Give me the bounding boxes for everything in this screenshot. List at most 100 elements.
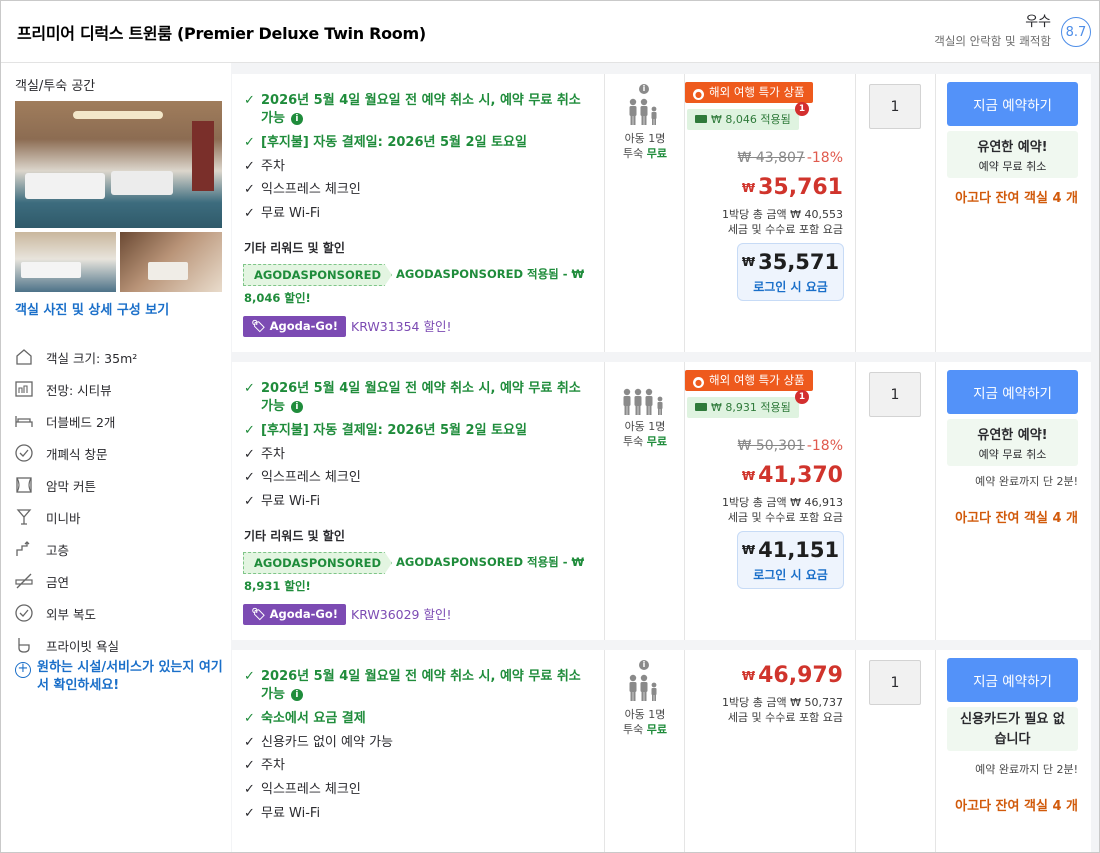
login-price-box[interactable]: ₩41,151 로그인 시 요금	[737, 531, 844, 589]
applied-count-badge: 1	[795, 390, 809, 404]
stay-free-text: 투숙 무료	[623, 147, 667, 160]
room-header: 프리미어 디럭스 트윈룸 (Premier Deluxe Twin Room) …	[1, 1, 1099, 63]
booking-time-note: 예약 완료까지 단 2분!	[975, 763, 1078, 776]
check-icon: ✓	[244, 782, 255, 797]
sponsored-discount-text: 8,046 할인!	[244, 291, 311, 305]
check-icon: ✓	[244, 711, 255, 726]
money-icon	[695, 403, 707, 411]
info-icon[interactable]: i	[290, 113, 303, 125]
room-thumbnail-bedroom[interactable]	[15, 232, 116, 292]
agoda-go-badge: 🏷 Agoda-Go!	[243, 604, 346, 625]
room-quantity-select[interactable]: 1	[869, 84, 921, 129]
rate-offer-2: ✓ 2026년 5월 4일 월요일 전 예약 취소 시, 예약 무료 취소 가능 i…	[232, 362, 1091, 640]
private-bathroom-icon	[13, 635, 35, 655]
booking-time-note: 예약 완료까지 단 2분!	[975, 475, 1078, 488]
benefit-express-checkin: ✓ 익스프레스 체크인	[244, 782, 361, 797]
blackout-curtain-icon	[13, 475, 35, 495]
tag-icon: 🏷	[251, 319, 266, 333]
occupancy-column: i 아동 1명 투숙 무료	[605, 74, 685, 352]
offer-benefits: ✓ 2026년 5월 4일 월요일 전 예약 취소 시, 예약 무료 취소 가능 i…	[232, 362, 605, 640]
room-size-icon	[13, 347, 35, 367]
child-count: 아동 1명	[624, 420, 666, 433]
guests-icon	[605, 98, 685, 126]
benefit-no-credit-card: ✓ 신용카드 없이 예약 가능	[244, 735, 393, 750]
review-score-badge[interactable]: 8.7	[1061, 17, 1091, 47]
sponsored-applied-text: AGODASPONSORED 적용됨 - ₩	[396, 267, 585, 281]
info-icon[interactable]: i	[639, 660, 649, 670]
more-facilities-link[interactable]: + 원하는 시설/서비스가 있는지 여기서 확인하세요!	[15, 659, 225, 695]
tag-icon: 🏷	[251, 607, 266, 621]
facility-item: 외부 복도	[13, 597, 223, 629]
review-score-category: 객실의 안락함 및 쾌적함	[934, 34, 1051, 48]
final-price: ₩35,761	[741, 175, 843, 200]
check-icon: ✓	[244, 135, 255, 150]
booking-column: 지금 예약하기 신용카드가 필요 없습니다 예약 완료까지 단 2분! 아고다 …	[936, 650, 1091, 852]
hallway-check-icon	[13, 603, 35, 623]
rate-offer-3: ✓ 2026년 5월 4일 월요일 전 예약 취소 시, 예약 무료 취소 가능 i…	[232, 650, 1091, 852]
facility-item: 더블베드 2개	[13, 405, 223, 437]
check-icon: ✓	[244, 159, 255, 174]
no-smoking-icon	[13, 571, 35, 591]
sponsored-discount-text: 8,931 할인!	[244, 579, 311, 593]
plus-circle-icon: +	[15, 662, 31, 678]
price-column: ₩46,979 1박당 총 금액 ₩ 50,737 세금 및 수수료 포함 요금	[685, 650, 856, 852]
check-icon: ✓	[244, 447, 255, 462]
rooms-left-notice: 아고다 잔여 객실 4 개	[955, 191, 1078, 206]
facility-label: 금연	[46, 574, 70, 590]
agoda-go-discount: KRW31354 할인!	[351, 319, 452, 334]
facility-label: 외부 복도	[46, 606, 96, 622]
facility-label: 개폐식 창문	[46, 446, 108, 462]
final-price: ₩41,370	[741, 463, 843, 488]
room-quantity-select[interactable]: 1	[869, 372, 921, 417]
book-now-button[interactable]: 지금 예약하기	[947, 82, 1078, 126]
facility-label: 객실 크기: 35m²	[46, 350, 138, 366]
facility-item: 금연	[13, 565, 223, 597]
benefit-free-wifi: ✓ 무료 Wi-Fi	[244, 206, 321, 221]
check-icon: ✓	[244, 669, 255, 684]
room-main-photo[interactable]	[15, 101, 222, 228]
room-quantity-select[interactable]: 1	[869, 660, 921, 705]
book-now-button[interactable]: 지금 예약하기	[947, 658, 1078, 702]
agoda-go-discount: KRW36029 할인!	[351, 607, 452, 622]
check-icon: ✓	[244, 758, 255, 773]
window-check-icon	[13, 443, 35, 463]
price-column: ● 해외 여행 특가 상품 ₩ 8,046 적용됨 1 ₩ 43,807 -18% …	[685, 74, 856, 352]
no-credit-card-box: 신용카드가 필요 없습니다	[947, 707, 1078, 751]
price-column: ● 해외 여행 특가 상품 ₩ 8,931 적용됨 1 ₩ 50,301 -18% …	[685, 362, 856, 640]
check-icon: ✓	[244, 206, 255, 221]
facility-label: 미니바	[46, 510, 81, 526]
info-icon[interactable]: i	[290, 401, 303, 413]
offer-benefits: ✓ 2026년 5월 4일 월요일 전 예약 취소 시, 예약 무료 취소 가능 i…	[232, 650, 605, 852]
check-icon: ✓	[244, 93, 255, 108]
book-now-button[interactable]: 지금 예약하기	[947, 370, 1078, 414]
occupancy-column: i 아동 1명 투숙 무료	[605, 650, 685, 852]
info-icon[interactable]: i	[639, 84, 649, 94]
coupon-applied-badge: ₩ 8,931 적용됨	[687, 397, 799, 418]
room-info-column: 객실/투숙 공간 객실 사진 및 상세 구성 보기 객실 크기: 35m² 전망…	[1, 63, 231, 852]
facility-item: 암막 커튼	[13, 469, 223, 501]
sponsored-coupon-tag: AGODASPONSORED	[243, 552, 392, 574]
bed-icon	[13, 411, 35, 431]
price-per-night-note: 1박당 총 금액 ₩ 50,737 세금 및 수수료 포함 요금	[722, 696, 843, 724]
coupon-applied-badge: ₩ 8,046 적용됨	[687, 109, 799, 130]
login-price-box[interactable]: ₩35,571 로그인 시 요금	[737, 243, 844, 301]
view-photos-link[interactable]: 객실 사진 및 상세 구성 보기	[15, 299, 169, 318]
original-price: ₩ 43,807 -18%	[737, 150, 843, 166]
other-rewards-heading: 기타 리워드 및 할인	[244, 529, 345, 543]
booking-column: 지금 예약하기 유연한 예약! 예약 무료 취소 예약 완료까지 단 2분! 아고…	[936, 362, 1091, 640]
guests-icon	[605, 674, 685, 702]
sponsored-coupon-tag: AGODASPONSORED	[243, 264, 392, 286]
facility-item: 전망: 시티뷰	[13, 373, 223, 405]
benefit-free-cancel: ✓ 2026년 5월 4일 월요일 전 예약 취소 시, 예약 무료 취소 가능 i	[244, 669, 581, 702]
info-icon[interactable]: i	[290, 689, 303, 701]
check-icon: ✓	[244, 735, 255, 750]
facility-item: 개폐식 창문	[13, 437, 223, 469]
occupancy-column: 아동 1명 투숙 무료	[605, 362, 685, 640]
child-count: 아동 1명	[624, 708, 666, 721]
check-icon: ✓	[244, 806, 255, 821]
room-card: 프리미어 디럭스 트윈룸 (Premier Deluxe Twin Room) …	[0, 0, 1100, 853]
stay-free-text: 투숙 무료	[623, 723, 667, 736]
facility-label: 전망: 시티뷰	[46, 382, 112, 398]
login-price: 35,571	[758, 250, 840, 274]
room-thumbnail-bathroom[interactable]	[120, 232, 222, 292]
